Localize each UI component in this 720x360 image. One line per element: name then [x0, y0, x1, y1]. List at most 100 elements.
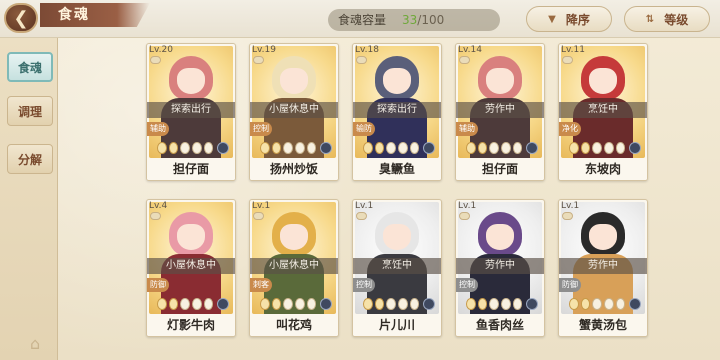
awaken-icon — [526, 298, 539, 310]
star-dot-icon — [168, 142, 179, 154]
sort-arrows-icon: ⇅ — [645, 13, 655, 25]
status-banner: 劳作中 — [559, 258, 647, 274]
food-soul-name: 叫花鸡 — [250, 314, 338, 336]
status-banner: 烹饪中 — [353, 258, 441, 274]
character-face — [486, 224, 514, 250]
bond-icon — [150, 56, 161, 64]
role-badge: 控制 — [456, 278, 478, 292]
star-dot-icon — [501, 298, 511, 310]
star-dot-icon — [398, 142, 408, 154]
character-face — [280, 68, 308, 94]
role-badge: 刺客 — [250, 278, 272, 292]
star-dot-icon — [180, 298, 191, 310]
star-dot-icon — [569, 298, 579, 310]
role-badge: 控制 — [353, 278, 375, 292]
character-face — [280, 224, 308, 250]
food-soul-name: 灯影牛肉 — [147, 314, 235, 336]
role-badge: 防御 — [559, 278, 581, 292]
awaken-icon — [423, 142, 436, 154]
star-gauge — [569, 141, 642, 155]
status-banner: 探索出行 — [147, 102, 235, 118]
role-badge: 净化 — [559, 122, 581, 136]
food-soul-card[interactable]: Lv.18 探索出行 输防 臭鳜鱼 — [352, 43, 442, 181]
star-dot-icon — [604, 298, 614, 310]
star-dot-icon — [374, 298, 385, 310]
bond-icon — [253, 56, 264, 64]
sort-order-label: 降序 — [565, 12, 590, 27]
awaken-icon — [217, 298, 230, 310]
food-soul-card[interactable]: Lv.4 小屋休息中 防御 灯影牛肉 — [146, 199, 236, 337]
star-dot-icon — [260, 298, 270, 310]
role-badge: 防御 — [147, 278, 169, 292]
star-dot-icon — [157, 298, 167, 310]
food-soul-card[interactable]: Lv.11 烹饪中 净化 东坡肉 — [558, 43, 648, 181]
bond-icon — [459, 56, 470, 64]
character-face — [383, 224, 411, 250]
character-face — [589, 68, 617, 94]
star-dot-icon — [409, 142, 420, 154]
role-badge: 输防 — [353, 122, 375, 136]
star-dot-icon — [306, 142, 317, 154]
role-badge: 辅助 — [147, 122, 169, 136]
sort-level-label: 等级 — [664, 12, 689, 27]
star-dot-icon — [592, 298, 603, 310]
star-dot-icon — [295, 142, 305, 154]
tab-tiaoli[interactable]: 调理 — [7, 96, 53, 126]
star-dot-icon — [180, 142, 191, 154]
star-dot-icon — [386, 298, 397, 310]
star-dot-icon — [398, 298, 408, 310]
star-dot-icon — [374, 142, 385, 154]
food-soul-card[interactable]: Lv.20 探索出行 辅助 担仔面 — [146, 43, 236, 181]
star-dot-icon — [192, 298, 202, 310]
capacity-display: 食魂容量 33 / 100 — [328, 9, 500, 31]
food-soul-card[interactable]: Lv.19 小屋休息中 控制 扬州炒饭 — [249, 43, 339, 181]
food-soul-name: 片儿川 — [353, 314, 441, 336]
star-dot-icon — [466, 298, 476, 310]
star-gauge — [157, 141, 230, 155]
food-soul-card[interactable]: Lv.1 劳作中控制鱼香肉丝 — [455, 199, 545, 337]
food-soul-card[interactable]: Lv.1 劳作中 防御 蟹黄汤包 — [558, 199, 648, 337]
star-dot-icon — [604, 142, 614, 154]
bond-icon — [356, 56, 367, 64]
star-gauge — [466, 141, 539, 155]
tab-label: 食魂 — [17, 60, 42, 75]
level-label: Lv.1 — [458, 201, 477, 211]
awaken-icon — [629, 298, 642, 310]
star-dot-icon — [386, 142, 397, 154]
character-face — [177, 68, 205, 94]
star-dot-icon — [306, 298, 317, 310]
star-dot-icon — [501, 142, 511, 154]
status-banner: 劳作中 — [456, 258, 544, 274]
sort-level-button[interactable]: ⇅ 等级 — [624, 6, 710, 32]
bond-icon — [150, 212, 161, 220]
tab-label: 分解 — [17, 152, 42, 167]
star-dot-icon — [192, 142, 202, 154]
role-badge: 控制 — [250, 122, 272, 136]
star-gauge — [260, 141, 333, 155]
food-soul-card[interactable]: Lv.1 小屋休息中刺客叫花鸡 — [249, 199, 339, 337]
level-label: Lv.1 — [355, 201, 374, 211]
star-gauge — [569, 297, 642, 311]
food-soul-card[interactable]: Lv.14 劳作中 辅助 担仔面 — [455, 43, 545, 181]
bond-icon — [459, 212, 470, 220]
food-soul-name: 扬州炒饭 — [250, 158, 338, 180]
tab-fenjie[interactable]: 分解 — [7, 144, 53, 174]
house-icon: ⌂ — [30, 334, 41, 353]
level-label: Lv.1 — [252, 201, 271, 211]
star-gauge — [363, 141, 436, 155]
back-button[interactable]: ❮ — [4, 3, 38, 33]
level-label: Lv.18 — [355, 45, 379, 55]
tab-label: 调理 — [17, 104, 42, 119]
star-dot-icon — [489, 142, 500, 154]
sort-order-button[interactable]: ▼ 降序 — [526, 6, 612, 32]
star-dot-icon — [580, 142, 591, 154]
food-soul-name: 鱼香肉丝 — [456, 314, 544, 336]
tab-shihun[interactable]: 食魂 — [7, 52, 53, 82]
food-soul-name: 担仔面 — [147, 158, 235, 180]
food-soul-card[interactable]: Lv.1 烹饪中控制片儿川 — [352, 199, 442, 337]
status-banner: 小屋休息中 — [250, 258, 338, 274]
star-gauge — [260, 297, 333, 311]
chevron-left-icon: ❮ — [13, 7, 29, 29]
star-dot-icon — [203, 298, 214, 310]
bond-icon — [253, 212, 264, 220]
